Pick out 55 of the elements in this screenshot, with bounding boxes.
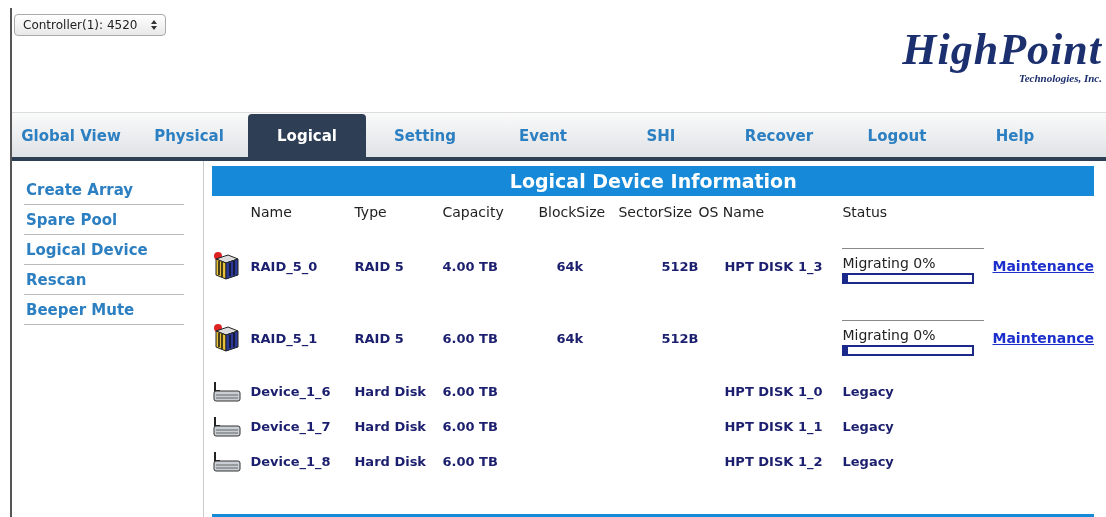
- nav-tab[interactable]: Help: [956, 114, 1074, 157]
- os-name-cell-text: HPT DISK 1_3: [723, 258, 824, 274]
- sidebar-link[interactable]: Logical Device: [24, 235, 184, 265]
- status-cell-text: Legacy: [842, 384, 895, 399]
- column-header: OS Name: [698, 203, 766, 222]
- name-cell-text: RAID_5_0: [250, 258, 319, 274]
- capacity-cell-text: 6.00 TB: [442, 454, 499, 469]
- nav-tab[interactable]: Logout: [838, 114, 956, 157]
- capacity-cell-text: 6.00 TB: [442, 419, 499, 434]
- sidebar-link[interactable]: Beeper Mute: [24, 295, 184, 325]
- type-cell-text: RAID 5: [354, 330, 405, 346]
- sector-size-cell-text: 512B: [660, 330, 699, 346]
- status-cell-text: Legacy: [842, 419, 895, 434]
- os-name-cell-text: HPT DISK 1_2: [723, 454, 824, 469]
- name-cell-text: RAID_5_1: [250, 330, 319, 346]
- maintenance-link[interactable]: Maintenance: [992, 258, 1094, 274]
- type-cell-text: Hard Disk: [354, 384, 427, 399]
- nav-tab[interactable]: SHI: [602, 114, 720, 157]
- nav-tab[interactable]: Physical: [130, 114, 248, 157]
- logo-subtitle: Technologies, Inc.: [1019, 72, 1102, 84]
- sidebar-link[interactable]: Spare Pool: [24, 205, 184, 235]
- sidebar-link[interactable]: Rescan: [24, 265, 184, 295]
- sidebar-link[interactable]: Create Array: [24, 175, 184, 205]
- type-cell-text: Hard Disk: [354, 419, 427, 434]
- nav-tab[interactable]: Logical: [248, 114, 366, 157]
- nav-tab[interactable]: Recover: [720, 114, 838, 157]
- column-header: SectorSize: [618, 203, 694, 222]
- os-name-cell-text: HPT DISK 1_0: [723, 384, 824, 399]
- logo-name: HighPoint: [902, 28, 1102, 72]
- status-text: Migrating 0%: [842, 327, 937, 343]
- nav-tab[interactable]: Global View: [12, 114, 130, 157]
- name-cell-text: Device_1_6: [250, 384, 332, 399]
- type-cell-text: RAID 5: [354, 258, 405, 274]
- capacity-cell-text: 6.00 TB: [442, 330, 499, 346]
- block-size-cell-text: 64k: [555, 330, 585, 346]
- column-header: Status: [842, 203, 889, 222]
- capacity-cell-text: 4.00 TB: [442, 258, 499, 274]
- capacity-cell-text: 6.00 TB: [442, 384, 499, 399]
- column-header: Capacity: [442, 203, 505, 222]
- maintenance-link[interactable]: Maintenance: [992, 330, 1094, 346]
- column-header: Name: [250, 203, 293, 222]
- panel-title: Logical Device Information: [212, 166, 1094, 196]
- column-header: Type: [354, 203, 388, 222]
- name-cell-text: Device_1_7: [250, 419, 332, 434]
- type-cell-text: Hard Disk: [354, 454, 427, 469]
- nav-tab[interactable]: Setting: [366, 114, 484, 157]
- os-name-cell-text: HPT DISK 1_1: [723, 419, 824, 434]
- status-text: Migrating 0%: [842, 255, 937, 271]
- status-cell-text: Legacy: [842, 454, 895, 469]
- name-cell-text: Device_1_8: [250, 454, 332, 469]
- sector-size-cell-text: 512B: [660, 258, 699, 274]
- column-header: BlockSize: [538, 203, 607, 222]
- nav-tab[interactable]: Event: [484, 114, 602, 157]
- block-size-cell-text: 64k: [555, 258, 585, 274]
- controller-select[interactable]: Controller(1): 4520: [14, 14, 167, 36]
